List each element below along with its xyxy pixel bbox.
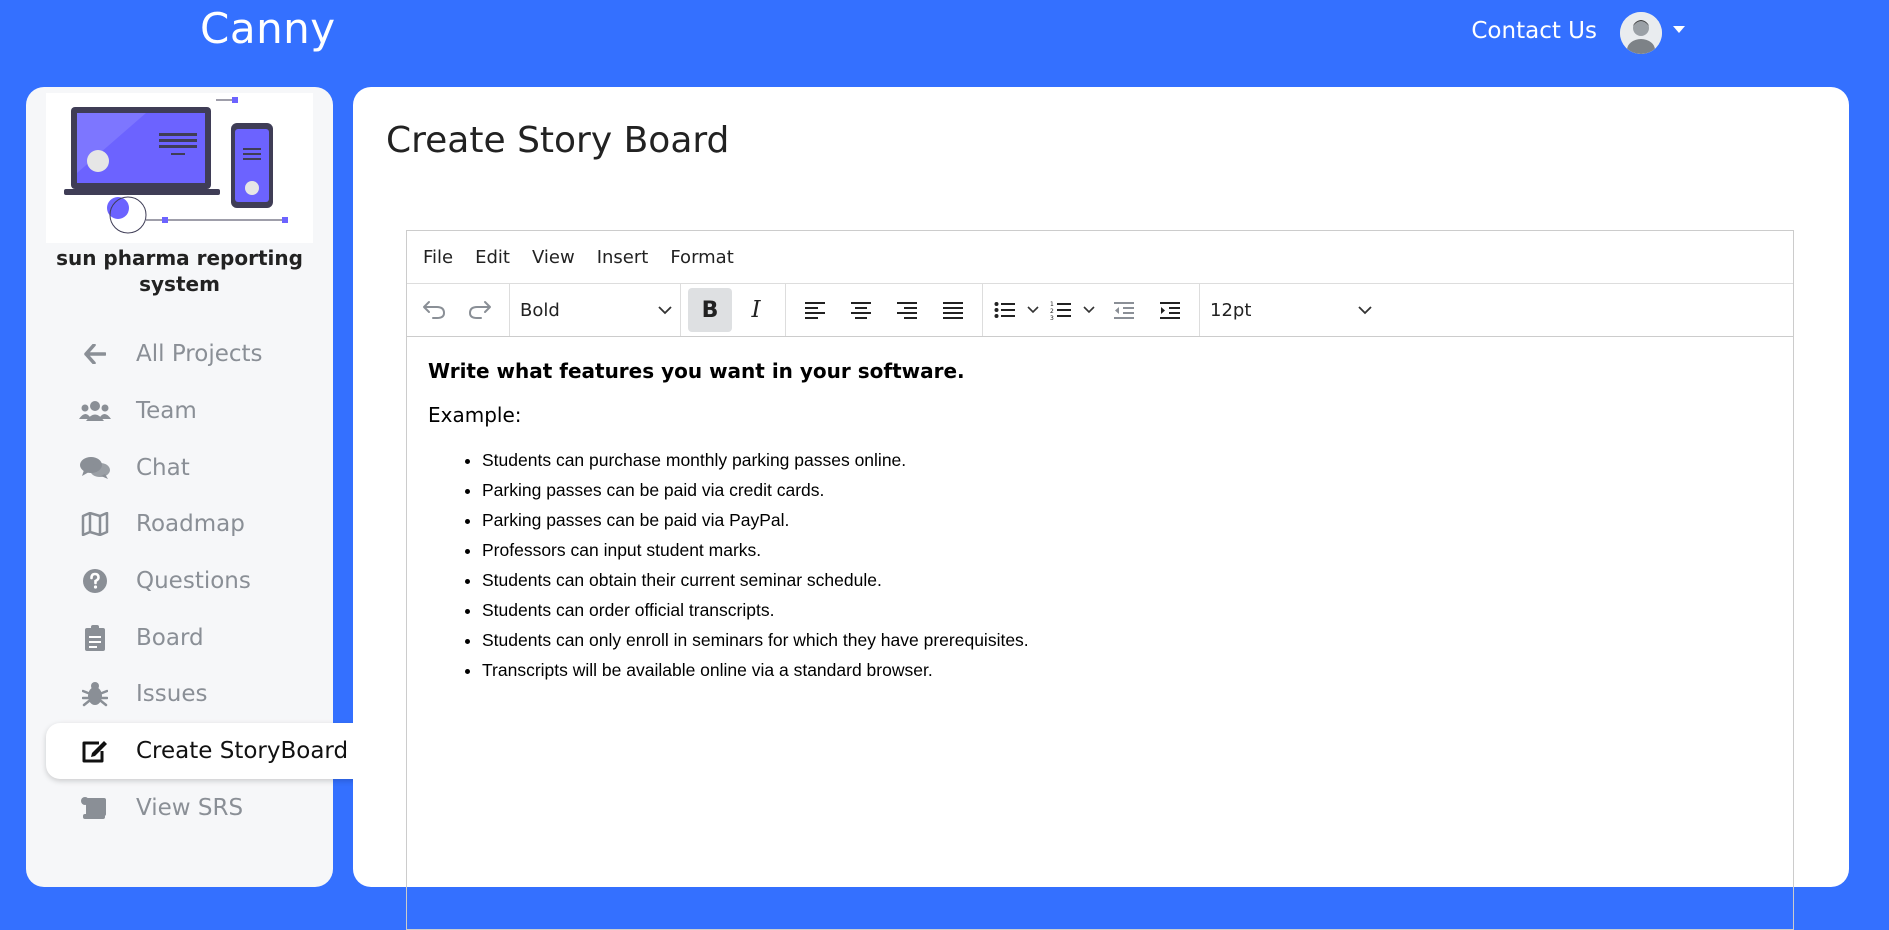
comments-icon (76, 454, 114, 482)
sidebar-item-questions[interactable]: Questions (46, 553, 352, 609)
align-right-button[interactable] (885, 288, 929, 332)
project-illustration (46, 93, 313, 243)
redo-icon (469, 301, 491, 319)
undo-icon (423, 301, 445, 319)
font-size-select[interactable]: 12pt (1200, 300, 1380, 321)
align-left-button[interactable] (793, 288, 837, 332)
scroll-icon (76, 794, 114, 822)
list-item: Students can obtain their current semina… (482, 565, 1772, 595)
sidebar-item-label: Questions (136, 568, 251, 594)
editor-toolbar: Bold B I 1 2 3 12pt (407, 284, 1793, 337)
menu-edit[interactable]: Edit (475, 247, 510, 268)
arrow-left-icon (76, 340, 114, 368)
list-item: Students can only enroll in seminars for… (482, 625, 1772, 655)
list-item: Professors can input student marks. (482, 535, 1772, 565)
font-size-value: 12pt (1210, 299, 1252, 321)
indent-icon (1160, 302, 1180, 319)
sidebar-item-label: Chat (136, 455, 190, 481)
svg-text:1: 1 (1050, 301, 1054, 308)
block-format-value: Bold (520, 299, 560, 321)
numbered-list-button[interactable]: 123 (1046, 288, 1076, 332)
indent-button[interactable] (1148, 288, 1192, 332)
bullet-list-button[interactable] (990, 288, 1020, 332)
page-title: Create Story Board (386, 120, 730, 161)
sidebar-item-label: Team (136, 398, 197, 424)
italic-icon: I (751, 297, 761, 323)
question-circle-icon (76, 567, 114, 595)
sidebar-item-chat[interactable]: Chat (46, 440, 352, 496)
outdent-icon (1114, 302, 1134, 319)
align-right-icon (897, 302, 917, 319)
sidebar-item-all-projects[interactable]: All Projects (46, 326, 352, 382)
avatar-icon (1620, 12, 1662, 54)
sidebar-item-issues[interactable]: Issues (46, 666, 352, 722)
numbered-list-dropdown[interactable] (1078, 288, 1100, 332)
align-center-button[interactable] (839, 288, 883, 332)
sidebar-item-label: View SRS (136, 795, 244, 821)
svg-text:3: 3 (1050, 315, 1054, 320)
sidebar-item-team[interactable]: Team (46, 383, 352, 439)
list-item: Parking passes can be paid via credit ca… (482, 475, 1772, 505)
sidebar-item-label: Issues (136, 681, 208, 707)
chevron-down-icon (1083, 306, 1095, 314)
bold-button[interactable]: B (688, 288, 732, 332)
contact-us-link[interactable]: Contact Us (1471, 18, 1597, 44)
sidebar-item-view-srs[interactable]: View SRS (46, 780, 352, 836)
menu-file[interactable]: File (423, 247, 453, 268)
sidebar-item-label: Roadmap (136, 511, 245, 537)
editor-menubar: File Edit View Insert Format (407, 231, 1793, 284)
app-brand[interactable]: Canny (200, 4, 336, 53)
bold-icon: B (701, 297, 719, 323)
intro-text: Write what features you want in your sof… (428, 359, 965, 383)
menu-format[interactable]: Format (670, 247, 733, 268)
undo-button[interactable] (412, 288, 456, 332)
sidebar-item-create-storyboard[interactable]: Create StoryBoard (46, 723, 372, 779)
chevron-down-icon (1027, 306, 1039, 314)
bullet-list-dropdown[interactable] (1022, 288, 1044, 332)
align-justify-icon (943, 302, 963, 319)
bullet-list-icon (994, 302, 1015, 318)
chevron-down-icon (658, 306, 672, 315)
outdent-button[interactable] (1102, 288, 1146, 332)
rich-text-editor[interactable]: File Edit View Insert Format Bold B I 1 … (406, 230, 1794, 930)
block-format-select[interactable]: Bold (510, 300, 680, 321)
sidebar-item-roadmap[interactable]: Roadmap (46, 496, 352, 552)
feature-list: Students can purchase monthly parking pa… (428, 445, 1772, 685)
sidebar-item-label: Create StoryBoard (136, 738, 349, 764)
sidebar-item-board[interactable]: Board (46, 610, 352, 666)
chevron-down-icon (1358, 306, 1372, 315)
redo-button[interactable] (458, 288, 502, 332)
bug-icon (76, 680, 114, 708)
align-left-icon (805, 302, 825, 319)
list-item: Transcripts will be available online via… (482, 655, 1772, 685)
list-item: Parking passes can be paid via PayPal. (482, 505, 1772, 535)
align-center-icon (851, 302, 871, 319)
svg-text:2: 2 (1050, 308, 1054, 315)
project-name: sun pharma reporting system (56, 246, 303, 296)
user-avatar[interactable] (1620, 12, 1662, 54)
user-menu-caret-icon[interactable] (1673, 26, 1685, 33)
clipboard-icon (76, 624, 114, 652)
sidebar-item-label: Board (136, 625, 204, 651)
numbered-list-icon: 123 (1050, 301, 1071, 320)
map-icon (76, 510, 114, 538)
editor-content[interactable]: Write what features you want in your sof… (407, 337, 1793, 707)
main-panel: Create Story Board File Edit View Insert… (353, 87, 1849, 930)
italic-button[interactable]: I (734, 288, 778, 332)
align-justify-button[interactable] (931, 288, 975, 332)
sidebar-item-label: All Projects (136, 341, 263, 367)
menu-view[interactable]: View (532, 247, 575, 268)
list-item: Students can order official transcripts. (482, 595, 1772, 625)
users-icon (76, 397, 114, 425)
edit-icon (76, 737, 114, 765)
example-label: Example: (428, 403, 522, 427)
menu-insert[interactable]: Insert (597, 247, 649, 268)
list-item: Students can purchase monthly parking pa… (482, 445, 1772, 475)
